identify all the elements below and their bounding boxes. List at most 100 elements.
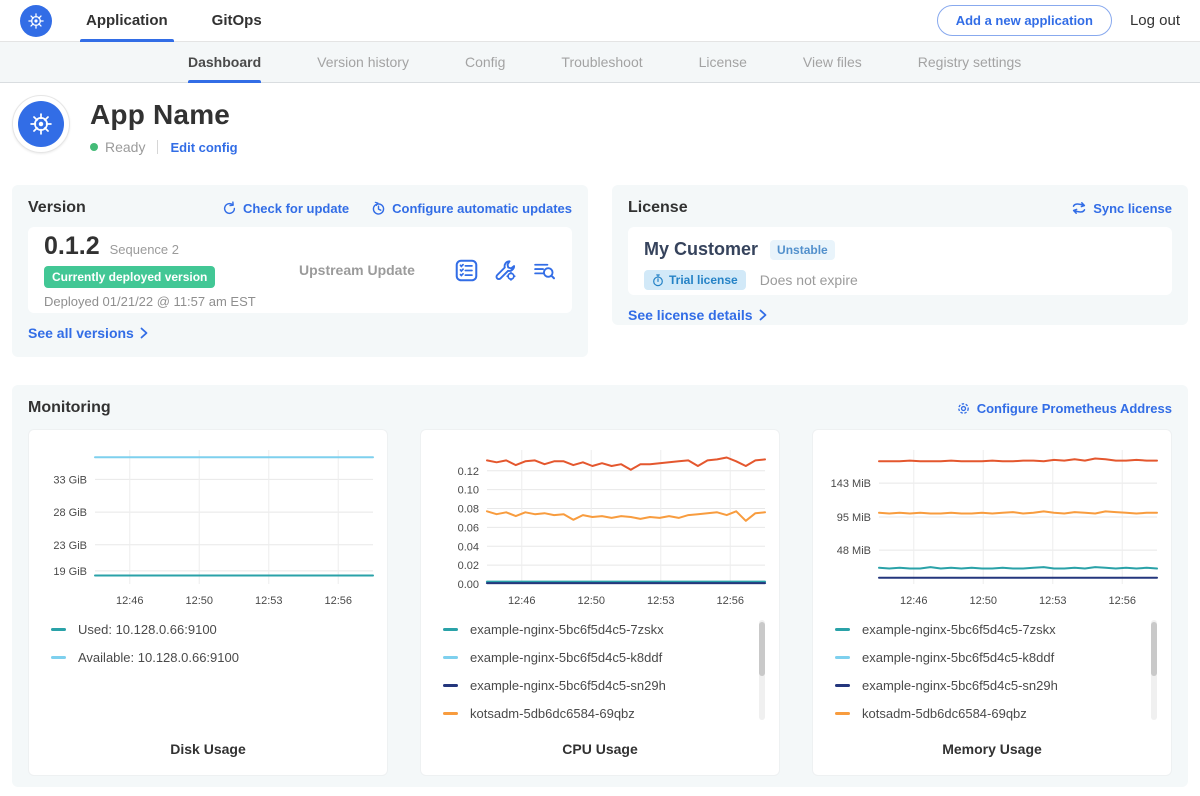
gear-icon [956,401,971,416]
add-new-application-button[interactable]: Add a new application [937,5,1112,36]
monitoring-panel: Monitoring Configure Prometheus Address … [12,385,1188,787]
check-for-update-label: Check for update [243,201,349,216]
legend-swatch [51,628,66,631]
channel-badge: Unstable [770,240,835,260]
memory-usage-card: 48 MiB95 MiB143 MiB12:4612:5012:5312:56 … [812,429,1172,776]
svg-text:0.02: 0.02 [458,560,479,572]
svg-text:12:53: 12:53 [647,595,675,607]
svg-text:0.08: 0.08 [458,504,479,516]
configure-automatic-updates-label: Configure automatic updates [392,201,572,216]
sync-license-link[interactable]: Sync license [1071,201,1172,216]
legend-scrollbar-thumb[interactable] [1151,622,1157,676]
deployed-timestamp: Deployed 01/21/22 @ 11:57 am EST [44,294,299,309]
svg-text:28 GiB: 28 GiB [53,507,87,519]
configure-prometheus-link[interactable]: Configure Prometheus Address [956,401,1172,416]
legend-swatch [443,628,458,631]
memory-usage-plot: 48 MiB95 MiB143 MiB12:4612:5012:5312:56 [821,438,1163,616]
status-badge: Ready [105,139,145,155]
clock-history-icon [371,201,386,216]
svg-text:12:56: 12:56 [324,595,352,607]
license-panel-title: License [628,199,688,217]
tab-dashboard[interactable]: Dashboard [188,42,261,83]
configure-automatic-updates-link[interactable]: Configure automatic updates [371,201,572,216]
view-logs-icon[interactable] [533,259,556,282]
chevron-right-icon [758,309,768,321]
svg-text:12:46: 12:46 [508,595,536,607]
app-avatar [12,95,70,153]
tab-config[interactable]: Config [465,42,505,83]
legend-swatch [835,656,850,659]
svg-text:23 GiB: 23 GiB [53,540,87,552]
svg-text:12:53: 12:53 [255,595,283,607]
legend-swatch [835,712,850,715]
log-out-link[interactable]: Log out [1130,12,1180,29]
legend-label: kotsadm-5db6dc6584-69qbz [470,706,635,721]
svg-text:33 GiB: 33 GiB [53,474,87,486]
disk-usage-legend: Used: 10.128.0.66:9100Available: 10.128.… [37,616,379,741]
legend-label: example-nginx-5bc6f5d4c5-k8ddf [470,650,662,665]
tab-registry-settings[interactable]: Registry settings [918,42,1021,83]
license-panel: License Sync license My Customer Unstabl… [612,185,1188,325]
legend-swatch [443,712,458,715]
see-all-versions-link[interactable]: See all versions [28,325,149,341]
legend-swatch [835,628,850,631]
monitoring-title: Monitoring [28,399,111,417]
ship-wheel-icon [26,11,46,31]
legend-swatch [443,656,458,659]
version-panel: Version Check for update [12,185,588,357]
see-license-details-link[interactable]: See license details [628,307,768,323]
disk-usage-plot: 19 GiB23 GiB28 GiB33 GiB12:4612:5012:531… [37,438,379,616]
legend-item: kotsadm-5db6dc6584-69qbz [835,706,1163,721]
sync-arrows-icon [1071,201,1087,215]
divider [157,140,158,154]
nav-tab-application[interactable]: Application [86,0,168,42]
svg-text:0.04: 0.04 [458,541,479,553]
legend-item: kotsadm-5db6dc6584-69qbz [443,706,771,721]
svg-text:0.06: 0.06 [458,522,479,534]
chart-title: Memory Usage [821,741,1163,763]
legend-item: Used: 10.128.0.66:9100 [51,622,379,637]
check-for-update-link[interactable]: Check for update [222,201,349,216]
svg-text:12:53: 12:53 [1039,595,1067,607]
cpu-usage-legend: example-nginx-5bc6f5d4c5-7zskxexample-ng… [429,616,771,741]
kubernetes-logo-icon [18,101,64,147]
legend-item: example-nginx-5bc6f5d4c5-7zskx [835,622,1163,637]
see-all-versions-label: See all versions [28,325,134,341]
nav-tab-gitops[interactable]: GitOps [212,0,262,42]
svg-text:0.10: 0.10 [458,485,479,497]
tab-license[interactable]: License [699,42,747,83]
legend-scrollbar-track[interactable] [1151,620,1157,720]
tab-version-history[interactable]: Version history [317,42,409,83]
legend-scrollbar-thumb[interactable] [759,622,765,676]
edit-config-link[interactable]: Edit config [170,140,237,155]
cpu-usage-plot: 0.000.020.040.060.080.100.1212:4612:5012… [429,438,771,616]
legend-swatch [51,656,66,659]
legend-scrollbar-track[interactable] [759,620,765,720]
svg-text:143 MiB: 143 MiB [831,478,871,490]
status-dot [90,143,98,151]
configure-prometheus-label: Configure Prometheus Address [977,401,1172,416]
svg-text:12:56: 12:56 [716,595,744,607]
chart-title: CPU Usage [429,741,771,763]
svg-text:48 MiB: 48 MiB [837,545,871,557]
tab-troubleshoot[interactable]: Troubleshoot [561,42,642,83]
legend-swatch [443,684,458,687]
currently-deployed-badge: Currently deployed version [44,266,215,288]
version-number: 0.1.2 [44,232,100,261]
license-card: My Customer Unstable Trial license Does … [628,227,1172,295]
tab-view-files[interactable]: View files [803,42,862,83]
disk-usage-card: 19 GiB23 GiB28 GiB33 GiB12:4612:5012:531… [28,429,388,776]
release-notes-icon[interactable] [455,259,478,282]
preflight-wrench-icon[interactable] [494,259,517,282]
refresh-icon [222,201,237,216]
app-header: App Name Ready Edit config [0,83,1200,177]
svg-text:12:56: 12:56 [1108,595,1136,607]
svg-text:12:50: 12:50 [969,595,997,607]
page-title: App Name [90,99,238,131]
version-sequence: Sequence 2 [110,242,179,257]
legend-label: example-nginx-5bc6f5d4c5-sn29h [862,678,1058,693]
svg-text:12:50: 12:50 [577,595,605,607]
legend-label: example-nginx-5bc6f5d4c5-k8ddf [862,650,1054,665]
chevron-right-icon [139,327,149,339]
svg-text:12:50: 12:50 [185,595,213,607]
